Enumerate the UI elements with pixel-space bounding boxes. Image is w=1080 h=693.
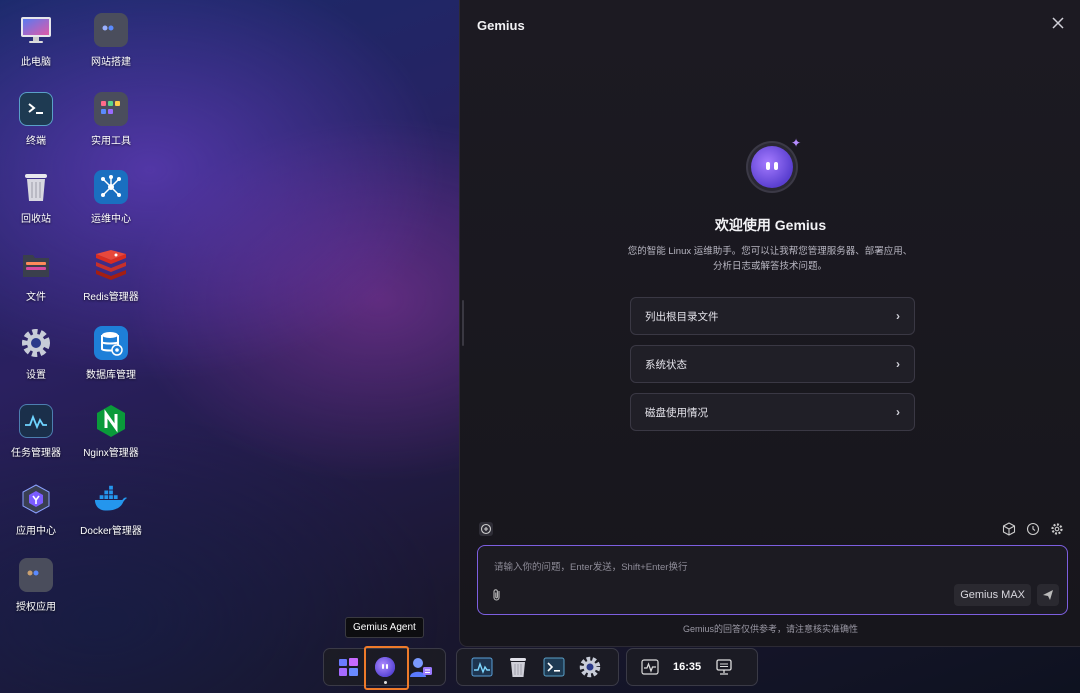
folder-auth-icon — [19, 558, 53, 592]
desktop-icon-label: Redis管理器 — [83, 292, 139, 303]
gemius-avatar-icon: ✦ — [751, 136, 801, 188]
send-icon[interactable] — [1037, 584, 1059, 606]
trash-icon — [19, 170, 53, 204]
desktop-icon-label: 实用工具 — [91, 136, 131, 147]
desktop-icon-label: 授权应用 — [16, 602, 56, 613]
new-chat-icon[interactable] — [478, 521, 494, 537]
cube-icon[interactable] — [1001, 521, 1017, 537]
disclaimer-text: Gemius的回答仅供参考，请注意核实准确性 — [682, 624, 858, 634]
welcome-description: 您的智能 Linux 运维助手。您可以让我帮您管理服务器、部署应用、 分析日志或… — [627, 246, 913, 272]
desktop-icon-authorized-apps[interactable]: 授权应用 — [0, 558, 76, 613]
taskbar-clock[interactable]: 16:35 — [667, 661, 707, 673]
docker-icon — [94, 482, 128, 516]
show-desktop-icon[interactable] — [709, 652, 739, 682]
terminal-icon[interactable] — [539, 652, 569, 682]
desktop-icon-settings[interactable]: 设置 — [0, 326, 76, 381]
activity-icon[interactable] — [467, 652, 497, 682]
desktop-icon-label: 运维中心 — [91, 214, 131, 225]
history-icon[interactable] — [1025, 521, 1041, 537]
network-icon — [94, 170, 128, 204]
resize-handle[interactable] — [462, 300, 464, 346]
desktop-icon-terminal[interactable]: 终端 — [0, 92, 76, 147]
desktop-icon-task-manager[interactable]: 任务管理器 — [0, 404, 76, 459]
desktop: 此电脑 终端 回收站 文件 设置 任务管理器 应用中心 授权应用 网站搭建 实用… — [0, 0, 460, 640]
welcome-title: 欢迎使用 Gemius — [714, 217, 827, 233]
close-icon[interactable] — [1050, 15, 1066, 31]
desktop-icon-label: 任务管理器 — [11, 448, 61, 459]
desktop-icon-label: 文件 — [26, 292, 46, 303]
redis-icon — [94, 248, 128, 282]
desktop-icon-label: 回收站 — [21, 214, 51, 225]
desktop-icon-files[interactable]: 文件 — [0, 248, 76, 303]
taskbar-tooltip: Gemius Agent — [345, 617, 424, 638]
desktop-icon-website[interactable]: 网站搭建 — [71, 13, 151, 68]
suggestion-list-root-files[interactable]: 列出根目录文件 › — [630, 297, 915, 335]
terminal-icon — [19, 92, 53, 126]
desktop-icon-this-pc[interactable]: 此电脑 — [0, 13, 76, 68]
gemius-panel: Gemius ✦ 欢迎使用 Gemius 您的智能 Linux 运维助手。您可以… — [459, 0, 1080, 647]
nginx-icon — [94, 404, 128, 438]
chevron-right-icon: › — [896, 309, 900, 323]
desktop-icon-label: Nginx管理器 — [83, 448, 139, 459]
gear-icon[interactable] — [575, 652, 605, 682]
folder-file-icon — [19, 248, 53, 282]
desktop-icon-label: 网站搭建 — [91, 57, 131, 68]
folder-apps-icon — [94, 92, 128, 126]
desktop-icon-label: 数据库管理 — [86, 370, 136, 381]
chat-input[interactable] — [494, 558, 1034, 576]
desktop-icon-recycle-bin[interactable]: 回收站 — [0, 170, 76, 225]
monitor-icon — [19, 13, 53, 47]
desktop-icon-docker[interactable]: Docker管理器 — [71, 482, 151, 537]
desktop-icon-utilities[interactable]: 实用工具 — [71, 92, 151, 147]
taskbar-group-status: 16:35 — [626, 648, 758, 686]
desktop-icon-ops-center[interactable]: 运维中心 — [71, 170, 151, 225]
desktop-icon-label: Docker管理器 — [80, 526, 142, 537]
taskbar-group-tools — [456, 648, 619, 686]
app-center-icon — [19, 482, 53, 516]
suggestion-disk-usage[interactable]: 磁盘使用情况 › — [630, 393, 915, 431]
folder-icon — [94, 13, 128, 47]
app-launcher-icon[interactable] — [334, 652, 364, 682]
gear-icon — [19, 326, 53, 360]
model-selector-button[interactable]: Gemius MAX — [954, 584, 1031, 606]
gear-icon[interactable] — [1049, 521, 1065, 537]
panel-title: Gemius — [477, 18, 525, 33]
trash-icon[interactable] — [503, 652, 533, 682]
active-taskbar-highlight — [364, 646, 409, 690]
system-monitor-icon[interactable] — [635, 652, 665, 682]
chat-input-box: Gemius MAX — [477, 545, 1068, 615]
activity-icon — [19, 404, 53, 438]
desktop-icon-app-center[interactable]: 应用中心 — [0, 482, 76, 537]
desktop-icon-label: 应用中心 — [16, 526, 56, 537]
user-management-icon[interactable] — [406, 652, 436, 682]
chevron-right-icon: › — [896, 357, 900, 371]
database-icon — [94, 326, 128, 360]
desktop-icon-redis[interactable]: Redis管理器 — [71, 248, 151, 303]
chevron-right-icon: › — [896, 405, 900, 419]
desktop-icon-label: 终端 — [26, 136, 46, 147]
desktop-icon-label: 此电脑 — [21, 57, 51, 68]
suggestion-system-status[interactable]: 系统状态 › — [630, 345, 915, 383]
desktop-icon-nginx[interactable]: Nginx管理器 — [71, 404, 151, 459]
desktop-icon-label: 设置 — [26, 370, 46, 381]
desktop-icon-database[interactable]: 数据库管理 — [71, 326, 151, 381]
paperclip-icon[interactable] — [489, 587, 505, 603]
